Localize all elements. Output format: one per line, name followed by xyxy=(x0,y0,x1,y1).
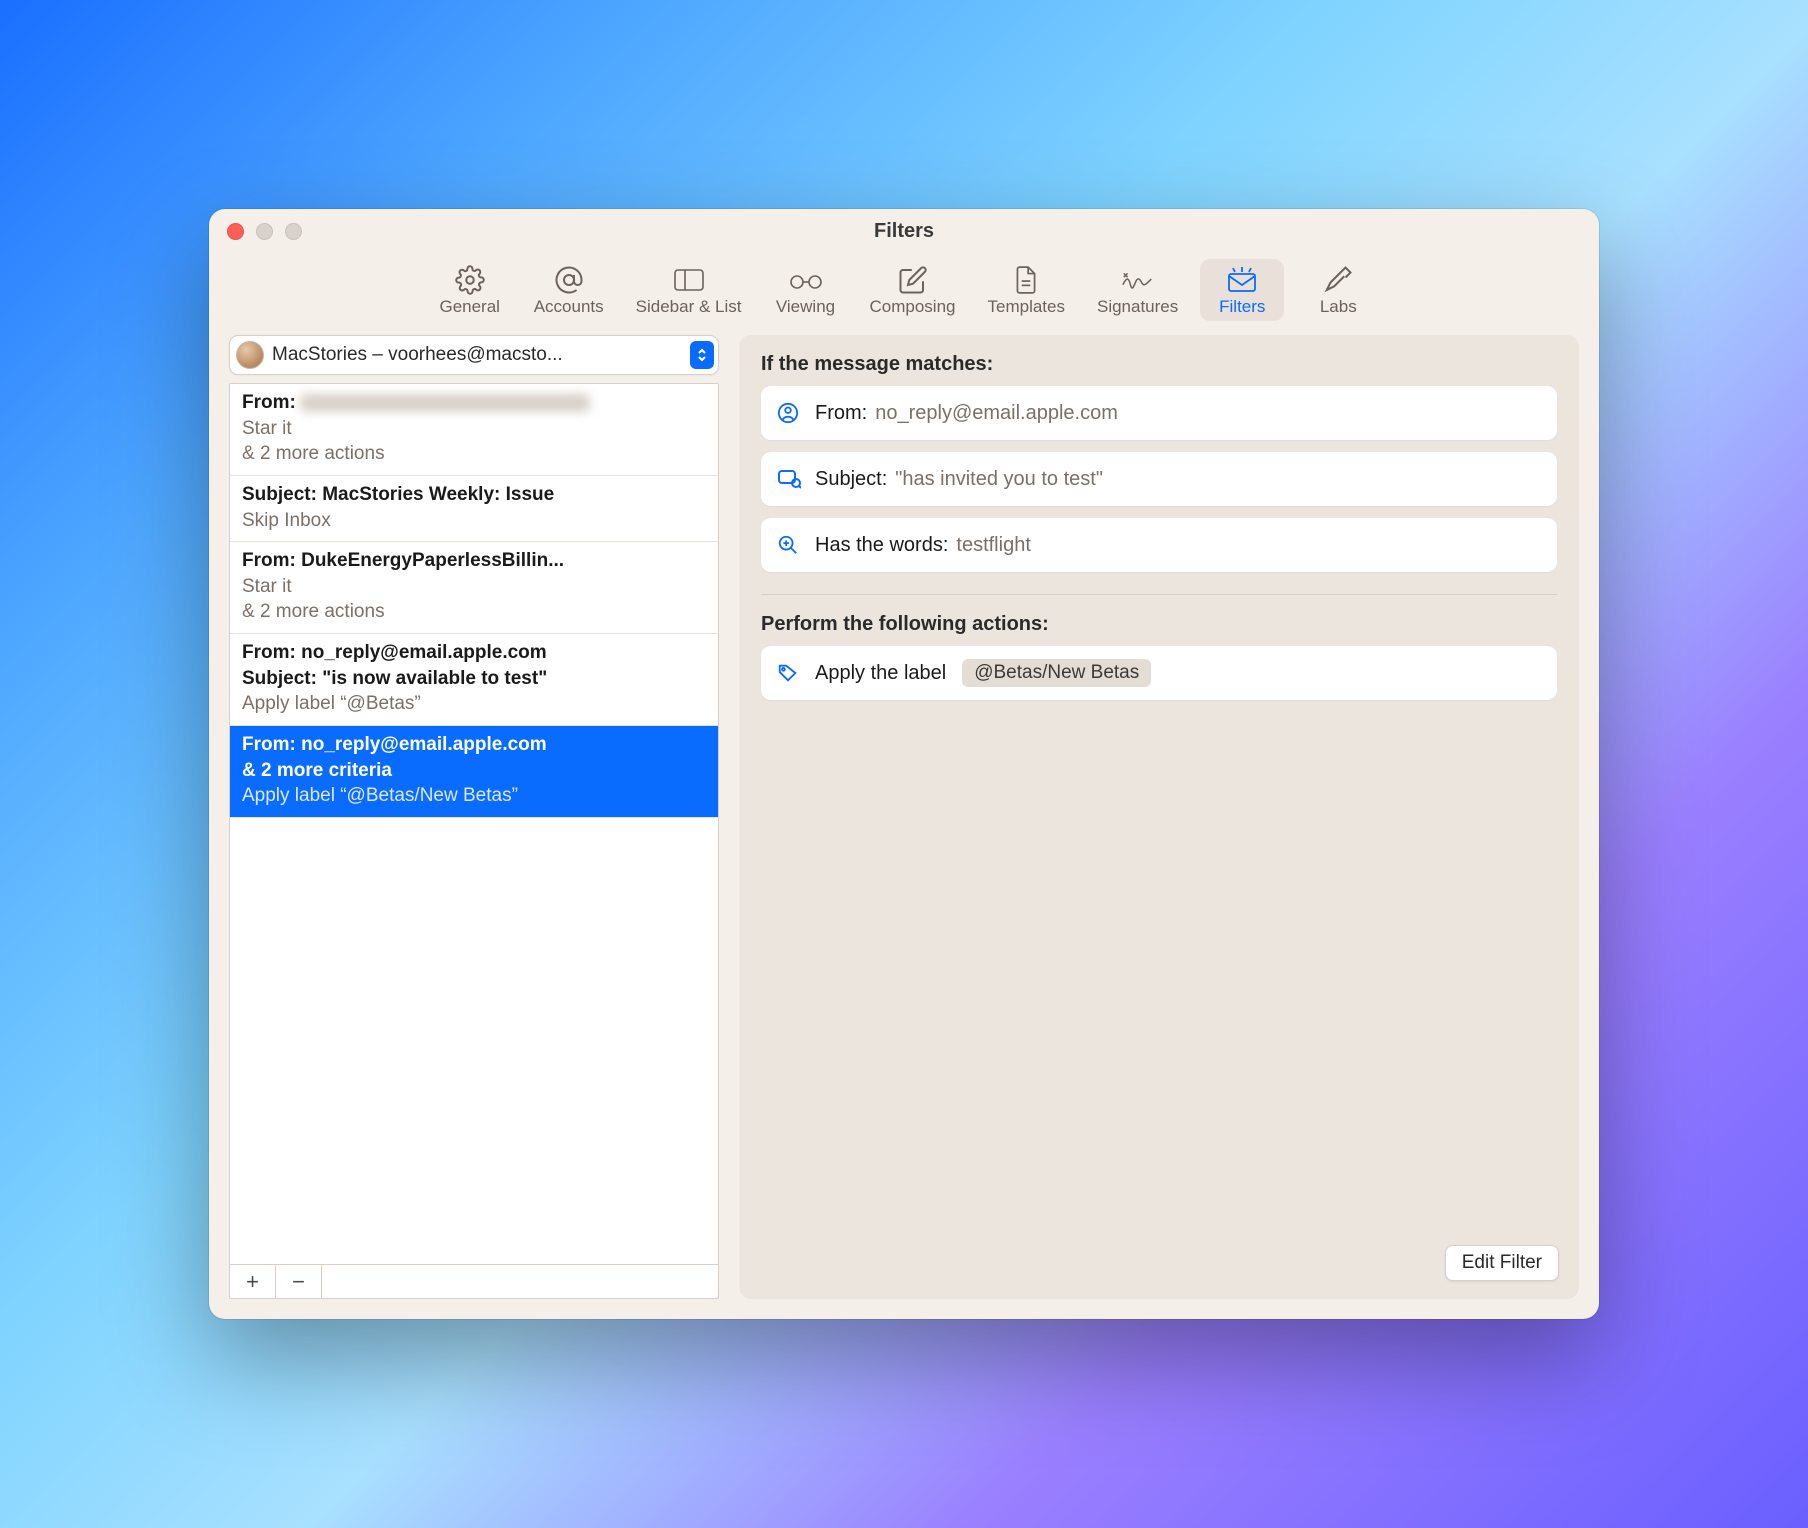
tab-templates[interactable]: Templates xyxy=(978,259,1075,321)
divider xyxy=(761,594,1557,595)
dropdown-chevron-icon[interactable] xyxy=(690,341,714,369)
filter-detail-pane: If the message matches: From: no_reply@e… xyxy=(739,335,1579,1299)
tab-sidebar-list[interactable]: Sidebar & List xyxy=(626,259,752,321)
at-icon xyxy=(551,265,587,295)
account-select[interactable]: MacStories – voorhees@macsto... xyxy=(229,335,719,375)
action-apply-label[interactable]: Apply the label @Betas/New Betas xyxy=(761,646,1557,700)
filter-scroll[interactable]: From: Star it & 2 more actions Subject: … xyxy=(230,384,718,1264)
minimize-window-button[interactable] xyxy=(256,223,273,240)
match-heading: If the message matches: xyxy=(761,353,1557,376)
tag-icon xyxy=(777,662,803,684)
left-column: MacStories – voorhees@macsto... From: St… xyxy=(229,335,719,1299)
tab-composing[interactable]: Composing xyxy=(860,259,966,321)
sidebar-icon xyxy=(671,265,707,295)
list-footer: + − xyxy=(230,1264,718,1298)
hammer-icon xyxy=(1320,265,1356,295)
compose-icon xyxy=(895,265,931,295)
window-title: Filters xyxy=(209,220,1599,243)
redacted-text xyxy=(300,394,590,412)
actions-heading: Perform the following actions: xyxy=(761,613,1557,636)
label-chip: @Betas/New Betas xyxy=(962,659,1151,687)
action-text: Apply the label xyxy=(815,662,946,685)
edit-filter-button[interactable]: Edit Filter xyxy=(1445,1245,1559,1281)
filter-row[interactable]: From: no_reply@email.apple.com & 2 more … xyxy=(230,726,718,818)
content-area: MacStories – voorhees@macsto... From: St… xyxy=(209,335,1599,1319)
add-filter-button[interactable]: + xyxy=(230,1265,276,1298)
condition-has-words[interactable]: Has the words: testflight xyxy=(761,518,1557,572)
glasses-icon xyxy=(788,265,824,295)
preferences-window: Filters General Accounts Sidebar & List … xyxy=(209,209,1599,1319)
tab-general[interactable]: General xyxy=(428,259,512,321)
zoom-window-button[interactable] xyxy=(285,223,302,240)
tab-labs[interactable]: Labs xyxy=(1296,259,1380,321)
filter-row[interactable]: Subject: MacStories Weekly: Issue Skip I… xyxy=(230,476,718,542)
signature-icon xyxy=(1120,265,1156,295)
condition-from[interactable]: From: no_reply@email.apple.com xyxy=(761,386,1557,440)
document-icon xyxy=(1008,265,1044,295)
person-icon xyxy=(777,402,803,424)
preferences-toolbar: General Accounts Sidebar & List Viewing … xyxy=(209,253,1599,335)
tab-filters[interactable]: Filters xyxy=(1200,259,1284,321)
condition-subject[interactable]: Subject: "has invited you to test" xyxy=(761,452,1557,506)
account-name: MacStories – voorhees@macsto... xyxy=(264,344,690,366)
filter-row[interactable]: From: no_reply@email.apple.com Subject: … xyxy=(230,634,718,726)
filter-row[interactable]: From: Star it & 2 more actions xyxy=(230,384,718,476)
traffic-lights xyxy=(227,223,302,240)
subject-icon xyxy=(777,469,803,489)
titlebar: Filters xyxy=(209,209,1599,253)
tab-accounts[interactable]: Accounts xyxy=(524,259,614,321)
filter-row[interactable]: From: DukeEnergyPaperlessBillin... Star … xyxy=(230,542,718,634)
tab-signatures[interactable]: Signatures xyxy=(1087,259,1188,321)
tab-viewing[interactable]: Viewing xyxy=(764,259,848,321)
filters-icon xyxy=(1224,265,1260,295)
filter-list: From: Star it & 2 more actions Subject: … xyxy=(229,383,719,1299)
avatar xyxy=(236,341,264,369)
remove-filter-button[interactable]: − xyxy=(276,1265,322,1298)
gear-icon xyxy=(452,265,488,295)
search-icon xyxy=(777,534,803,556)
close-window-button[interactable] xyxy=(227,223,244,240)
